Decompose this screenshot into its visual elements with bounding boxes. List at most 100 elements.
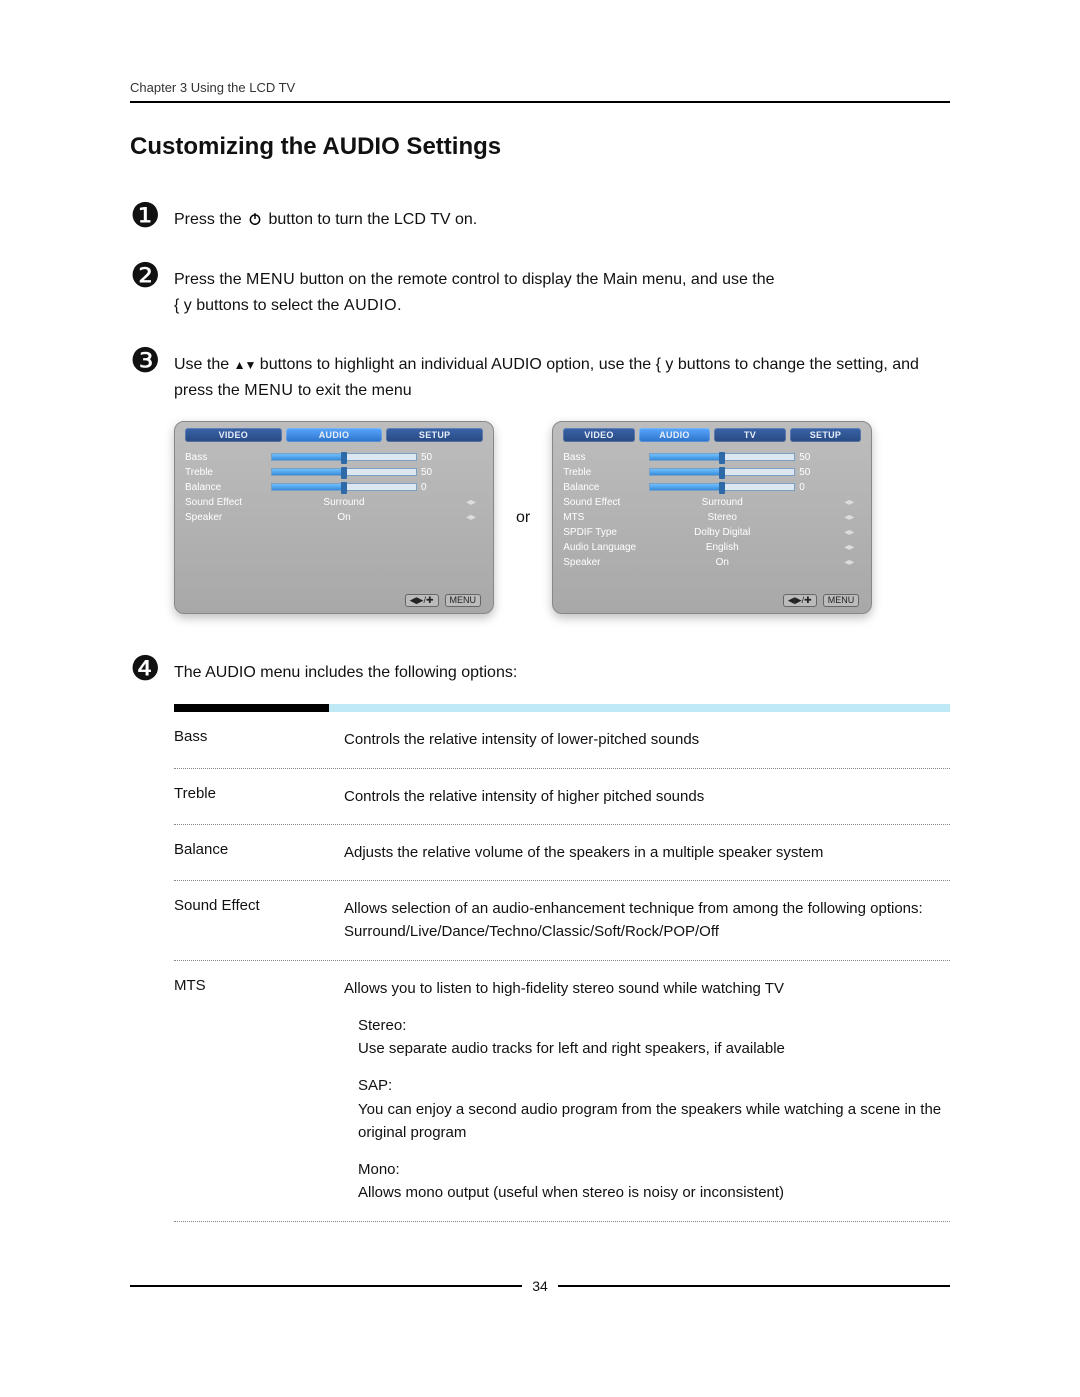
slider-icon: [649, 468, 795, 476]
osd-row-control: Stereo: [649, 512, 795, 523]
osd-row: SPDIF Type Dolby Digital ◂▸: [563, 525, 861, 539]
osd-row: Speaker On ◂▸: [563, 555, 861, 569]
header-rule: [130, 101, 950, 103]
osd-row-label: Sound Effect: [563, 497, 649, 508]
option-term: Bass: [174, 728, 344, 751]
osd-row-value: 50: [795, 452, 837, 463]
text: Press the: [174, 271, 246, 288]
osd-row: Balance 0: [185, 480, 483, 494]
osd-row-control: On: [271, 512, 417, 523]
text: button to turn the LCD TV on.: [268, 211, 477, 228]
or-label: or: [516, 509, 530, 527]
option-row: Sound EffectAllows selection of an audio…: [174, 881, 950, 961]
osd-row-label: SPDIF Type: [563, 527, 649, 538]
manual-page: Chapter 3 Using the LCD TV Customizing t…: [0, 0, 1080, 1397]
osd-row-label: Speaker: [563, 557, 649, 568]
osd-row: Treble50: [563, 465, 861, 479]
osd-tab: TV: [714, 428, 786, 442]
audio-label: AUDIO: [344, 297, 397, 314]
osd-row-label: Treble: [563, 467, 649, 478]
option-desc-text: Allows you to listen to high-fidelity st…: [344, 977, 950, 1000]
osd-enum-value: Dolby Digital: [694, 527, 750, 538]
option-sub-title: Mono:: [358, 1158, 950, 1181]
osd-audio-menu-right: VIDEOAUDIOTVSETUP Bass50Treble50Balance0…: [552, 421, 872, 614]
osd-row-control: [271, 453, 417, 461]
option-desc: Adjusts the relative volume of the speak…: [344, 841, 950, 864]
footer-rule: [558, 1285, 950, 1287]
step-bullet: ❹: [130, 644, 174, 686]
step-bullet: ❸: [130, 336, 174, 378]
osd-hint-nav: ◀▶/✚: [783, 594, 817, 607]
table-lead-bar: [174, 704, 950, 712]
osd-row-value: 50: [417, 467, 459, 478]
page-footer: 34: [130, 1278, 950, 1294]
left-right-arrows-icon: ◂▸: [837, 557, 861, 568]
osd-enum-value: On: [716, 557, 729, 568]
osd-hint-nav: ◀▶/✚: [405, 594, 439, 607]
osd-enum-value: Surround: [702, 497, 743, 508]
osd-row-control: Surround: [649, 497, 795, 508]
step-text: Use the ▲▼ buttons to highlight an indiv…: [174, 336, 950, 403]
left-right-arrows-icon: ◂▸: [459, 512, 483, 523]
osd-enum-value: Surround: [323, 497, 364, 508]
option-term: MTS: [174, 977, 344, 1205]
step-bullet: ❷: [130, 251, 174, 293]
osd-row-control: On: [649, 557, 795, 568]
osd-hint-menu: MENU: [823, 594, 860, 607]
osd-hint-menu: MENU: [445, 594, 482, 607]
osd-row-label: Treble: [185, 467, 271, 478]
option-desc: Allows you to listen to high-fidelity st…: [344, 977, 950, 1205]
left-right-arrows-icon: ◂▸: [837, 527, 861, 538]
osd-row-label: Balance: [185, 482, 271, 493]
step-bullet: ❶: [130, 191, 174, 233]
osd-audio-menu-left: VIDEOAUDIOSETUP Bass50Treble50Balance0So…: [174, 421, 494, 614]
left-right-arrows-icon: ◂▸: [837, 497, 861, 508]
option-desc: Controls the relative intensity of highe…: [344, 785, 950, 808]
option-desc-text: Controls the relative intensity of lower…: [344, 728, 950, 751]
step-text: Press the MENU button on the remote cont…: [174, 251, 950, 318]
osd-row: Bass 50: [185, 450, 483, 464]
osd-row-label: Sound Effect: [185, 497, 271, 508]
osd-tab: VIDEO: [185, 428, 282, 442]
osd-row-value: 0: [417, 482, 459, 493]
option-sub-body: Use separate audio tracks for left and r…: [358, 1037, 950, 1060]
slider-icon: [271, 483, 417, 491]
osd-enum-value: Stereo: [708, 512, 737, 523]
text: Press the: [174, 211, 246, 228]
left-right-arrows-icon: ◂▸: [459, 497, 483, 508]
option-subitem: SAP:You can enjoy a second audio program…: [358, 1074, 950, 1144]
option-sub-body: You can enjoy a second audio program fro…: [358, 1098, 950, 1145]
osd-row-control: Surround: [271, 497, 417, 508]
option-desc-text: Allows selection of an audio-enhancement…: [344, 897, 950, 944]
osd-row-control: [649, 453, 795, 461]
running-header: Chapter 3 Using the LCD TV: [130, 80, 950, 95]
option-row: TrebleControls the relative intensity of…: [174, 769, 950, 825]
text: button on the remote control to display …: [295, 271, 774, 288]
osd-preview-row: VIDEOAUDIOSETUP Bass50Treble50Balance0So…: [174, 421, 950, 614]
osd-row: Sound Effect Surround ◂▸: [185, 495, 483, 509]
option-sub-title: SAP:: [358, 1074, 950, 1097]
slider-icon: [271, 468, 417, 476]
left-right-arrows-icon: ◂▸: [837, 512, 861, 523]
osd-tab: SETUP: [790, 428, 862, 442]
option-desc: Controls the relative intensity of lower…: [344, 728, 950, 751]
osd-row: Sound Effect Surround ◂▸: [563, 495, 861, 509]
osd-row-label: Bass: [185, 452, 271, 463]
footer-rule: [130, 1285, 522, 1287]
osd-row-control: [271, 483, 417, 491]
slider-icon: [271, 453, 417, 461]
option-sub-body: Allows mono output (useful when stereo i…: [358, 1181, 950, 1204]
page-number: 34: [532, 1278, 548, 1294]
menu-key: MENU: [244, 382, 293, 399]
up-down-arrows-icon: ▲▼: [234, 358, 256, 372]
osd-row-value: 50: [417, 452, 459, 463]
osd-row: Audio LanguageEnglish◂▸: [563, 540, 861, 554]
step-1: ❶ Press the button to turn the LCD TV on…: [130, 191, 950, 233]
option-term: Sound Effect: [174, 897, 344, 944]
osd-enum-value: English: [706, 542, 739, 553]
osd-tab: AUDIO: [286, 428, 383, 442]
osd-row-label: Speaker: [185, 512, 271, 523]
option-term: Treble: [174, 785, 344, 808]
osd-row: Treble 50: [185, 465, 483, 479]
option-row: BalanceAdjusts the relative volume of th…: [174, 825, 950, 881]
